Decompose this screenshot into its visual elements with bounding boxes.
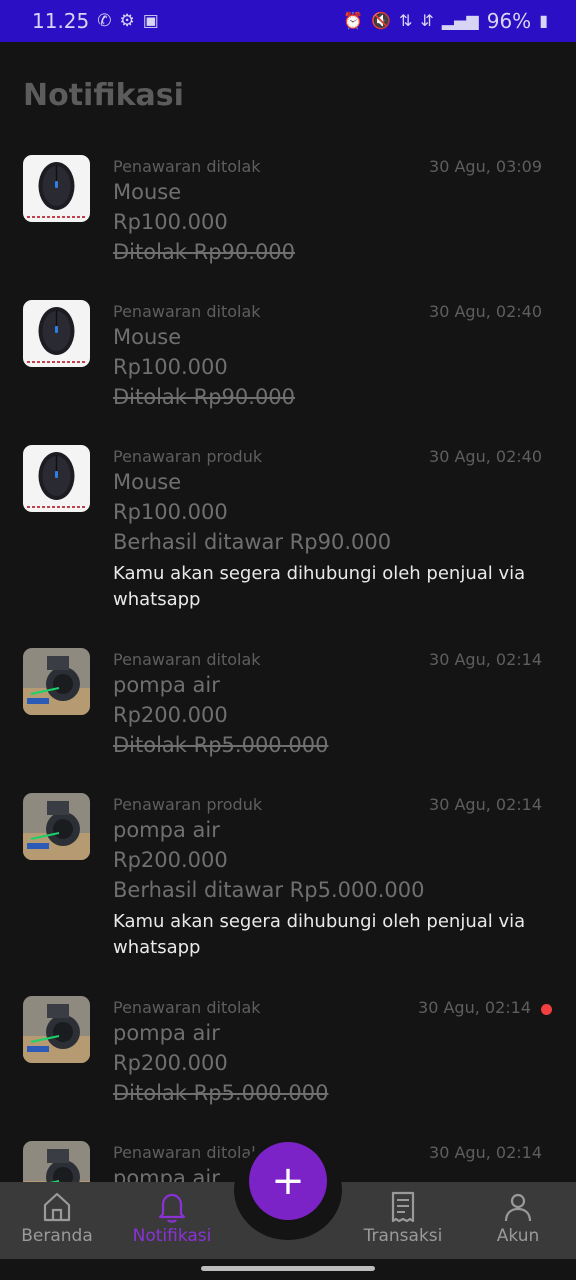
- notification-type: Penawaran produk: [113, 447, 263, 466]
- notifications-screen: 11.25 ✆ ⚙ ▣ ⏰ 🔇 ⇅ ⇵ ▂▄▆ 96% ▮ Notifikasi…: [0, 0, 576, 1280]
- product-name: pompa air: [113, 818, 220, 842]
- nav-item-transaksi[interactable]: Transaksi: [348, 1190, 458, 1246]
- home-icon: [43, 1192, 71, 1222]
- unread-dot-icon: [541, 1004, 552, 1015]
- notification-note: Kamu akan segera dihubungi oleh penjual …: [113, 911, 526, 958]
- notification-type: Penawaran ditolak: [113, 650, 261, 669]
- add-product-button[interactable]: +: [249, 1142, 327, 1220]
- nav-label-transaksi: Transaksi: [363, 1226, 443, 1246]
- offer-status: Ditolak Rp5.000.000: [113, 733, 329, 757]
- notification-time: 30 Agu, 02:14: [429, 1143, 542, 1162]
- product-name: pompa air: [113, 1166, 220, 1182]
- nav-item-beranda[interactable]: Beranda: [2, 1190, 112, 1246]
- product-price: Rp100.000: [113, 355, 228, 379]
- notification-item[interactable]: Penawaran ditolak 30 Agu, 02:14 pompa ai…: [0, 996, 576, 1136]
- product-thumbnail: [23, 300, 90, 367]
- product-thumbnail: [23, 1141, 90, 1182]
- offer-status: Berhasil ditawar Rp90.000: [113, 530, 392, 554]
- notification-time: 30 Agu, 02:14: [429, 650, 542, 669]
- product-name: Mouse: [113, 470, 182, 494]
- notification-note: Kamu akan segera dihubungi oleh penjual …: [113, 563, 526, 610]
- product-name: Mouse: [113, 180, 182, 204]
- product-thumbnail: [23, 996, 90, 1063]
- product-price: Rp200.000: [113, 848, 228, 872]
- home-indicator[interactable]: [201, 1266, 375, 1271]
- nav-label-akun: Akun: [496, 1226, 540, 1246]
- offer-status: Ditolak Rp5.000.000: [113, 1081, 329, 1105]
- notification-type: Penawaran ditolak: [113, 1143, 261, 1162]
- notification-time: 30 Agu, 03:09: [429, 157, 542, 176]
- notification-item[interactable]: Penawaran ditolak 30 Agu, 02:40 Mouse Rp…: [0, 300, 576, 440]
- receipt-icon: [391, 1191, 415, 1223]
- product-thumbnail: [23, 445, 90, 512]
- nav-item-notifikasi[interactable]: Notifikasi: [117, 1190, 227, 1246]
- notification-item[interactable]: Penawaran ditolak 30 Agu, 02:14 pompa ai…: [0, 648, 576, 788]
- notification-list[interactable]: Notifikasi Penawaran ditolak 30 Agu, 03:…: [0, 0, 576, 1182]
- product-name: pompa air: [113, 673, 220, 697]
- nav-label-notifikasi: Notifikasi: [132, 1226, 212, 1246]
- offer-status: Berhasil ditawar Rp5.000.000: [113, 878, 425, 902]
- notification-time: 30 Agu, 02:40: [429, 302, 542, 321]
- offer-status: Ditolak Rp90.000: [113, 385, 296, 409]
- nav-label-beranda: Beranda: [21, 1226, 93, 1246]
- notification-type: Penawaran ditolak: [113, 998, 261, 1017]
- notification-item[interactable]: Penawaran ditolak 30 Agu, 03:09 Mouse Rp…: [0, 155, 576, 295]
- notification-item[interactable]: Penawaran produk 30 Agu, 02:14 pompa air…: [0, 793, 576, 958]
- notification-type: Penawaran ditolak: [113, 157, 261, 176]
- notification-type: Penawaran ditolak: [113, 302, 261, 321]
- product-thumbnail: [23, 793, 90, 860]
- notification-type: Penawaran produk: [113, 795, 263, 814]
- plus-icon: +: [271, 1158, 305, 1204]
- product-name: Mouse: [113, 325, 182, 349]
- notification-time: 30 Agu, 02:40: [429, 447, 542, 466]
- product-name: pompa air: [113, 1021, 220, 1045]
- offer-status: Ditolak Rp90.000: [113, 240, 296, 264]
- notification-time: 30 Agu, 02:14: [418, 998, 531, 1017]
- product-thumbnail: [23, 155, 90, 222]
- product-thumbnail: [23, 648, 90, 715]
- bell-icon: [158, 1193, 186, 1223]
- product-price: Rp100.000: [113, 210, 228, 234]
- user-icon: [504, 1193, 532, 1222]
- product-price: Rp200.000: [113, 703, 228, 727]
- page-title: Notifikasi: [23, 78, 184, 113]
- nav-item-akun[interactable]: Akun: [463, 1190, 573, 1246]
- notification-item[interactable]: Penawaran produk 30 Agu, 02:40 Mouse Rp1…: [0, 445, 576, 610]
- product-price: Rp200.000: [113, 1051, 228, 1075]
- notification-time: 30 Agu, 02:14: [429, 795, 542, 814]
- product-price: Rp100.000: [113, 500, 228, 524]
